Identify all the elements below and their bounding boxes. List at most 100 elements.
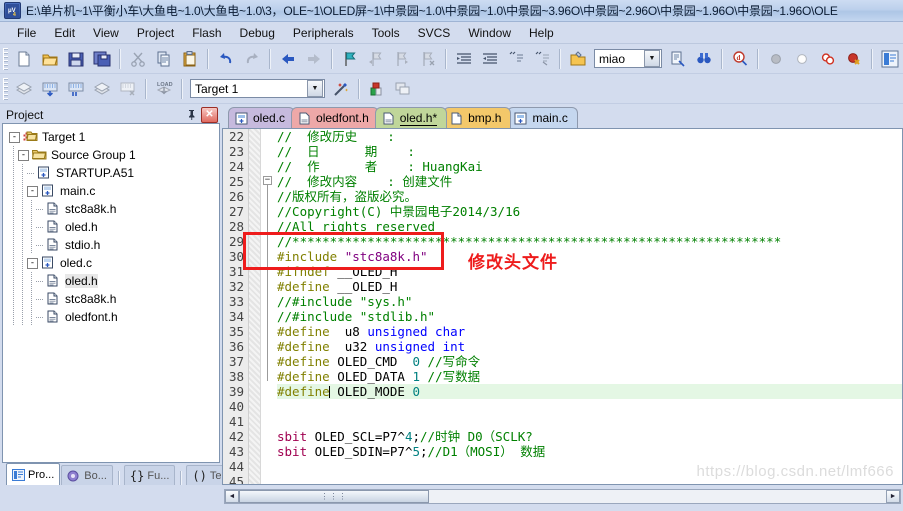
tree-item-oledfont-h[interactable]: oledfont.h bbox=[3, 308, 219, 326]
pin-icon[interactable] bbox=[184, 108, 198, 122]
remove-breakpoint-button[interactable] bbox=[842, 47, 866, 71]
disable-breakpoint-button[interactable] bbox=[816, 47, 840, 71]
toggle-bookmark-button[interactable] bbox=[338, 47, 362, 71]
new-file-button[interactable] bbox=[12, 47, 36, 71]
code-line[interactable]: sbit OLED_SCL=P7^4;//时钟 D0（SCLK? bbox=[277, 429, 902, 444]
menu-peripherals[interactable]: Peripherals bbox=[284, 24, 363, 42]
stop-build-button[interactable] bbox=[116, 77, 140, 101]
menu-file[interactable]: File bbox=[8, 24, 45, 42]
code-line[interactable]: #define OLED_CMD 0 //写命令 bbox=[277, 354, 902, 369]
menu-project[interactable]: Project bbox=[128, 24, 183, 42]
code-line[interactable]: #define __OLED_H bbox=[277, 279, 902, 294]
code-line[interactable]: // 日 期 : bbox=[277, 144, 902, 159]
find-combo[interactable]: miao ▼ bbox=[594, 49, 662, 68]
tree-item-stc8a8k-h[interactable]: stc8a8k.h bbox=[3, 200, 219, 218]
find-input[interactable]: miao bbox=[595, 52, 644, 66]
code-editor[interactable]: 22 23 24 25 26 27 28 29 30 31 32 33 34 35 36 37 38 39 40 41… bbox=[222, 128, 903, 485]
code-line[interactable]: //版权所有，盗版必究。 bbox=[277, 189, 902, 204]
rebuild-all-button[interactable] bbox=[64, 77, 88, 101]
code-line[interactable] bbox=[277, 414, 902, 429]
menu-debug[interactable]: Debug bbox=[231, 24, 284, 42]
download-button[interactable]: LOAD bbox=[152, 77, 176, 101]
copy-button[interactable] bbox=[152, 47, 176, 71]
target-select-chevron-down-icon[interactable]: ▼ bbox=[307, 80, 323, 97]
editor-tab-oled-c[interactable]: oled.c bbox=[228, 107, 296, 128]
tree-item-stdio-h[interactable]: stdio.h bbox=[3, 236, 219, 254]
options-for-target-button[interactable] bbox=[329, 77, 353, 101]
tree-expander-icon[interactable]: - bbox=[27, 185, 38, 197]
previous-bookmark-button[interactable] bbox=[364, 47, 388, 71]
scroll-right-arrow-icon[interactable]: ► bbox=[886, 490, 900, 503]
code-folding-column[interactable]: − bbox=[261, 129, 274, 484]
navigate-forward-button[interactable] bbox=[302, 47, 326, 71]
navigate-back-button[interactable] bbox=[276, 47, 300, 71]
kill-all-breakpoints-button[interactable] bbox=[790, 47, 814, 71]
translate-button[interactable] bbox=[12, 77, 36, 101]
menu-svcs[interactable]: SVCS bbox=[409, 24, 460, 42]
tree-item-target-1[interactable]: - Target 1 bbox=[3, 128, 219, 146]
project-window-button[interactable] bbox=[878, 47, 902, 71]
target-select-value[interactable]: Target 1 bbox=[191, 82, 307, 96]
fold-toggle-icon[interactable]: − bbox=[263, 176, 272, 185]
code-line[interactable]: // 修改历史 : bbox=[277, 129, 902, 144]
code-line[interactable]: //All rights reserved bbox=[277, 219, 902, 234]
undo-button[interactable] bbox=[214, 47, 238, 71]
code-line[interactable]: //#include "stdlib.h" bbox=[277, 309, 902, 324]
tree-item-stc8a8k-h[interactable]: stc8a8k.h bbox=[3, 290, 219, 308]
code-line[interactable] bbox=[277, 399, 902, 414]
close-icon[interactable]: ✕ bbox=[201, 106, 218, 123]
code-line[interactable]: //**************************************… bbox=[277, 234, 902, 249]
browse-symbols-button[interactable]: d bbox=[728, 47, 752, 71]
project-tree[interactable]: - Target 1 - Source Group 1 STARTUP.A51 - main… bbox=[2, 123, 220, 463]
editor-horizontal-scrollbar[interactable]: ◄ ⋮⋮⋮ ► bbox=[224, 489, 901, 504]
target-select[interactable]: Target 1 ▼ bbox=[190, 79, 325, 98]
code-line[interactable]: // 修改内容 : 创建文件 bbox=[277, 174, 902, 189]
project-tab-functions[interactable]: {} Fu... bbox=[123, 465, 176, 485]
scroll-left-arrow-icon[interactable]: ◄ bbox=[225, 490, 239, 503]
code-line[interactable]: #define u32 unsigned int bbox=[277, 339, 902, 354]
code-line[interactable]: #define OLED_DATA 1 //写数据 bbox=[277, 369, 902, 384]
code-line[interactable]: #ifndef __OLED_H bbox=[277, 264, 902, 279]
uncomment-button[interactable] bbox=[530, 47, 554, 71]
cut-button[interactable] bbox=[126, 47, 150, 71]
code-line[interactable]: #include "stc8a8k.h" bbox=[277, 249, 902, 264]
build-toolbar-grip[interactable] bbox=[3, 77, 8, 100]
next-bookmark-button[interactable] bbox=[390, 47, 414, 71]
toolbar-grip[interactable] bbox=[3, 47, 8, 70]
manage-project-items-button[interactable] bbox=[365, 77, 389, 101]
paste-button[interactable] bbox=[178, 47, 202, 71]
open-file-button[interactable] bbox=[38, 47, 62, 71]
build-button[interactable] bbox=[38, 77, 62, 101]
open-file-dialog-button[interactable] bbox=[566, 47, 590, 71]
tree-item-oled-c[interactable]: - oled.c bbox=[3, 254, 219, 272]
menu-help[interactable]: Help bbox=[520, 24, 563, 42]
editor-tab-oledfont-h[interactable]: oledfont.h bbox=[291, 107, 379, 128]
code-line[interactable]: sbit OLED_SDIN=P7^5;//D1（MOSI） 数据 bbox=[277, 444, 902, 459]
tree-item-source-group-1[interactable]: - Source Group 1 bbox=[3, 146, 219, 164]
menu-view[interactable]: View bbox=[84, 24, 128, 42]
code-line[interactable]: #define u8 unsigned char bbox=[277, 324, 902, 339]
find-in-files-button[interactable] bbox=[666, 47, 690, 71]
batch-build-button[interactable] bbox=[90, 77, 114, 101]
code-text[interactable]: // 修改历史 :// 日 期 :// 作 者 : HuangKai// 修改内… bbox=[274, 129, 902, 484]
breakpoint-column[interactable] bbox=[249, 129, 261, 484]
clear-bookmarks-button[interactable] bbox=[416, 47, 440, 71]
tree-item-main-c[interactable]: - main.c bbox=[3, 182, 219, 200]
redo-button[interactable] bbox=[240, 47, 264, 71]
save-button[interactable] bbox=[64, 47, 88, 71]
scroll-thumb[interactable]: ⋮⋮⋮ bbox=[239, 490, 429, 503]
menu-window[interactable]: Window bbox=[459, 24, 520, 42]
project-tab-project[interactable]: Pro... bbox=[6, 463, 61, 485]
tree-expander-icon[interactable]: - bbox=[27, 257, 38, 269]
code-line[interactable]: // 作 者 : HuangKai bbox=[277, 159, 902, 174]
comment-button[interactable] bbox=[504, 47, 528, 71]
menu-edit[interactable]: Edit bbox=[45, 24, 84, 42]
find-combo-chevron-down-icon[interactable]: ▼ bbox=[644, 50, 660, 67]
tree-item-oled-h[interactable]: oled.h bbox=[3, 272, 219, 290]
tree-item-oled-h[interactable]: oled.h bbox=[3, 218, 219, 236]
project-tab-books[interactable]: Bo... bbox=[61, 465, 113, 485]
code-line[interactable] bbox=[277, 474, 902, 484]
multi-project-button[interactable] bbox=[391, 77, 415, 101]
editor-tab-bmp-h[interactable]: bmp.h bbox=[443, 107, 512, 128]
code-line[interactable]: #define OLED_MODE 0 bbox=[277, 384, 902, 399]
